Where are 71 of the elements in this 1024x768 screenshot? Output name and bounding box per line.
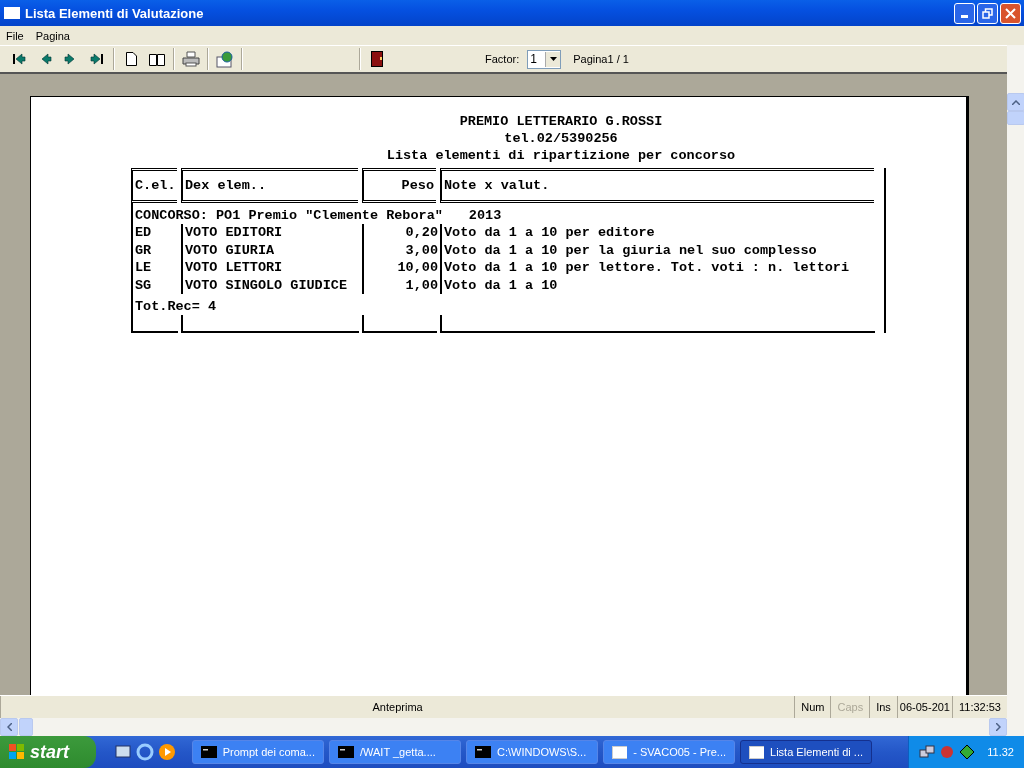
caret-icon bbox=[549, 57, 557, 61]
door-icon bbox=[371, 51, 383, 67]
menu-item[interactable]: File bbox=[0, 29, 30, 42]
window-icon bbox=[749, 745, 765, 759]
windows-flag-icon bbox=[8, 743, 26, 761]
window-icon bbox=[4, 7, 20, 19]
column-header: Peso bbox=[362, 168, 436, 203]
taskbar-button[interactable]: C:\WINDOWS\S... bbox=[466, 740, 598, 764]
console-icon bbox=[338, 746, 354, 758]
factor-label: Factor: bbox=[485, 53, 520, 65]
scroll-up-button[interactable] bbox=[1007, 93, 1024, 111]
table-cell: VOTO SINGOLO GIUDICE bbox=[181, 276, 362, 294]
table-cell: LE bbox=[131, 259, 181, 277]
column-header: Note x valut. bbox=[440, 168, 874, 203]
report-title: tel.02/5390256 bbox=[503, 130, 619, 147]
factor-dropdown[interactable]: 1 bbox=[527, 49, 562, 69]
table-cell: VOTO GIURIA bbox=[181, 241, 362, 259]
column-header: Dex elem.. bbox=[181, 168, 358, 203]
table-cell: GR bbox=[131, 241, 181, 259]
globe-envelope-icon bbox=[216, 50, 234, 68]
record-total: Tot.Rec= 4 bbox=[135, 298, 216, 315]
table-cell: ED bbox=[131, 224, 181, 242]
scroll-right-button[interactable] bbox=[989, 718, 1007, 736]
table-cell: 10,00 bbox=[362, 259, 440, 277]
desktop-icon[interactable] bbox=[114, 743, 132, 761]
scroll-thumb[interactable] bbox=[1007, 111, 1024, 125]
restore-icon bbox=[982, 7, 993, 19]
table-cell: 0,20 bbox=[362, 224, 440, 242]
last-arrow-icon bbox=[90, 53, 104, 65]
scroll-left-button[interactable] bbox=[0, 718, 18, 736]
console-icon bbox=[475, 746, 491, 758]
table-cell: Voto da 1 a 10 per la giuria nel suo complesso bbox=[440, 241, 878, 259]
table-cell: 1,00 bbox=[362, 276, 440, 294]
printer-icon bbox=[182, 51, 200, 67]
minimize-button[interactable] bbox=[954, 2, 975, 24]
report-title: Lista elementi di ripartizione per concorso bbox=[385, 147, 737, 164]
table-cell: VOTO EDITORI bbox=[181, 224, 362, 242]
minimize-icon bbox=[961, 15, 968, 18]
horizontal-scrollbar[interactable] bbox=[0, 718, 1024, 736]
console-icon bbox=[201, 746, 217, 758]
report-title: PREMIO LETTERARIO G.ROSSI bbox=[458, 113, 664, 130]
diamond-icon bbox=[959, 744, 976, 760]
table-cell: VOTO LETTORI bbox=[181, 259, 362, 277]
taskbar-button[interactable]: Prompt dei coma... bbox=[192, 740, 324, 764]
close-button[interactable] bbox=[1000, 2, 1021, 24]
menu-item[interactable]: Pagina bbox=[29, 29, 76, 42]
taskbar-button[interactable]: - SVACO05 - Pre... bbox=[603, 740, 735, 764]
window-icon bbox=[612, 745, 628, 759]
table-cell: Voto da 1 a 10 bbox=[440, 276, 878, 294]
group-year: 2013 bbox=[468, 207, 502, 224]
table-cell: 3,00 bbox=[362, 241, 440, 259]
page-indicator: Pagina1 / 1 bbox=[573, 53, 629, 65]
table-cell: SG bbox=[131, 276, 181, 294]
taskbar-button[interactable]: /WAIT _getta.... bbox=[329, 740, 461, 764]
group-label: CONCORSO: PO1 Premio "Clemente Rebora" bbox=[135, 207, 443, 224]
start-button[interactable]: start bbox=[0, 736, 96, 768]
column-header: C.el. bbox=[131, 168, 177, 203]
window-title: Lista Elementi di Valutazione bbox=[25, 5, 205, 21]
book-icon bbox=[149, 52, 165, 66]
clock: 11.32 bbox=[987, 746, 1014, 758]
table-cell: Voto da 1 a 10 per editore bbox=[440, 224, 878, 242]
page-icon bbox=[125, 52, 137, 66]
table-cell: Voto da 1 a 10 per lettore. Tot. voti : n. lettori bbox=[440, 259, 878, 277]
vertical-scrollbar[interactable] bbox=[1007, 45, 1024, 718]
scroll-thumb[interactable] bbox=[19, 718, 33, 736]
taskbar-button[interactable]: Lista Elementi di ... bbox=[740, 740, 872, 764]
close-icon bbox=[1005, 7, 1016, 19]
network-icon bbox=[919, 744, 936, 760]
first-arrow-icon bbox=[12, 53, 26, 65]
restore-button[interactable] bbox=[977, 2, 998, 24]
media-player-icon[interactable] bbox=[158, 743, 176, 761]
